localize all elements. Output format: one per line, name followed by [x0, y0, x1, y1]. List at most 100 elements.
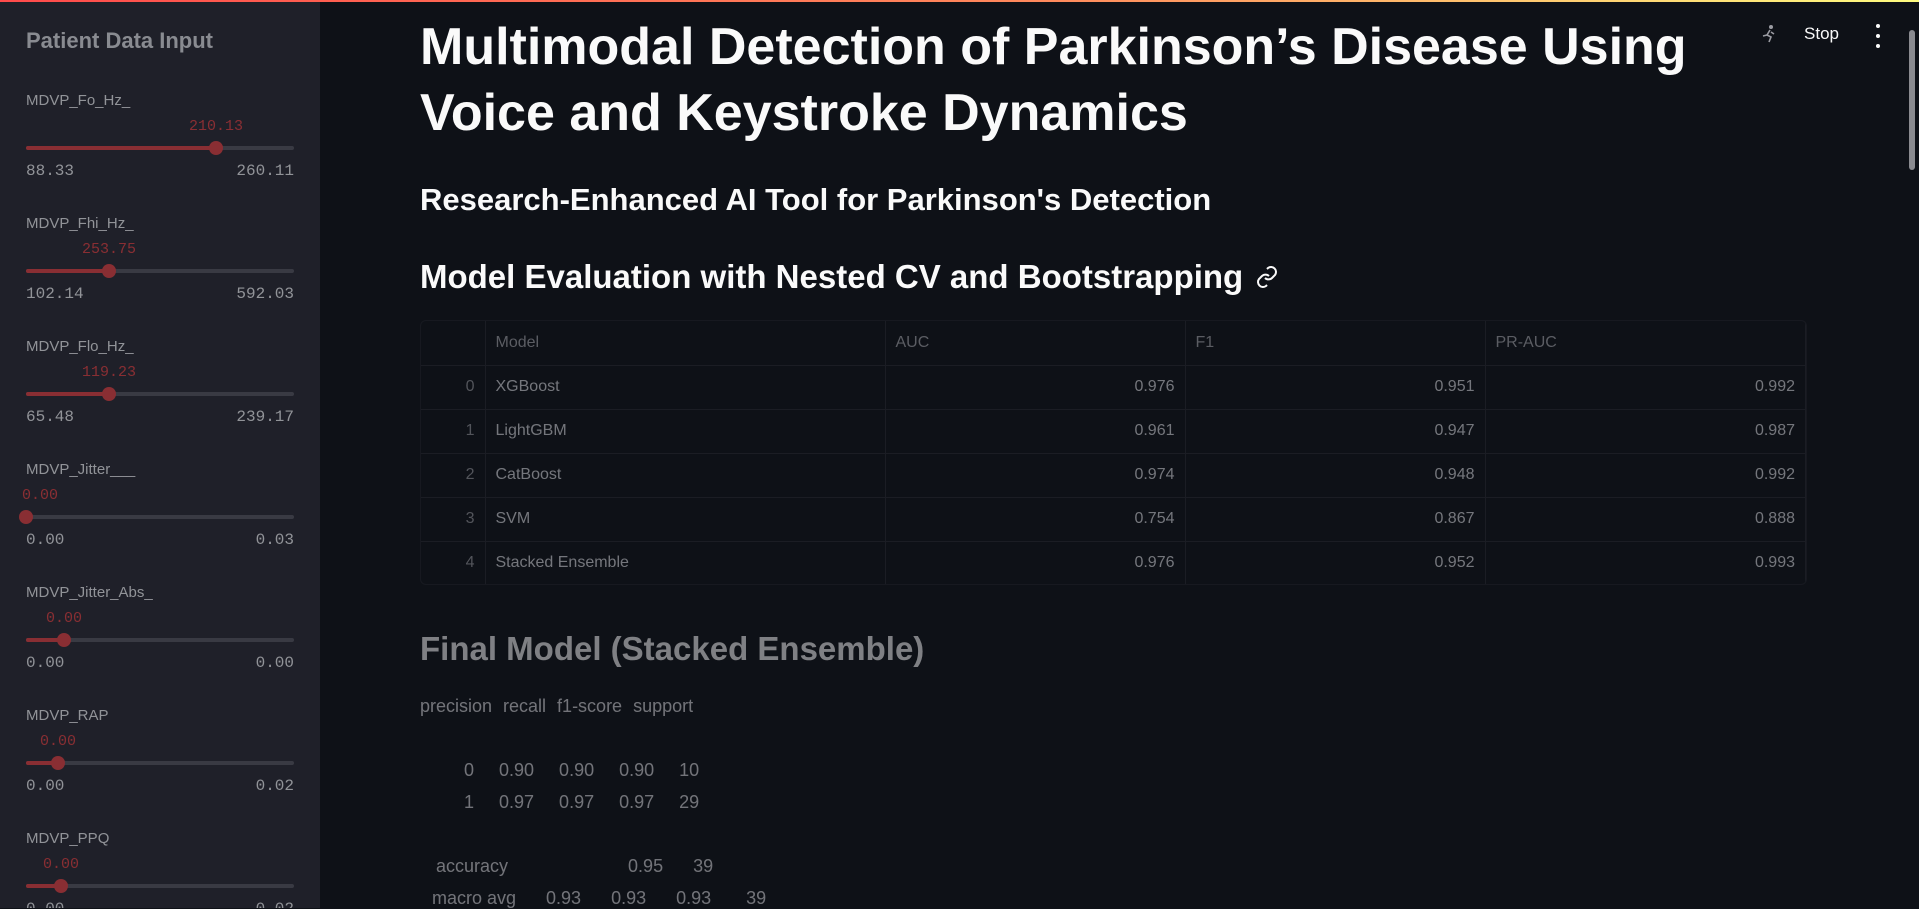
report-row-0: 0 0.90 0.90 0.90 10	[464, 760, 700, 780]
cell-model[interactable]: SVM	[485, 497, 886, 542]
slider-mdvp-ppq[interactable]: MDVP_PPQ 0.00 0.00 0.02	[26, 830, 294, 908]
cell-f1[interactable]: 0.947	[1185, 409, 1486, 454]
main-menu-icon[interactable]	[1871, 24, 1885, 48]
slider-label: MDVP_PPQ	[26, 830, 110, 847]
slider-track[interactable]	[26, 141, 294, 155]
slider-track[interactable]	[26, 756, 294, 770]
slider-fill	[26, 146, 216, 150]
slider-track[interactable]	[26, 387, 294, 401]
page-title: Multimodal Detection of Parkinson’s Dise…	[420, 18, 1687, 142]
evaluation-table[interactable]: Model AUC F1 PR-AUC 0 XGBoost 0.976 0.951 0.…	[420, 320, 1807, 585]
row-index: 4	[421, 541, 486, 584]
slider-value: 0.00	[21, 487, 59, 504]
cell-f1[interactable]: 0.951	[1185, 365, 1486, 410]
table-row[interactable]: 3 SVM 0.754 0.867 0.888	[421, 497, 1806, 542]
slider-max: 592.03	[236, 285, 294, 303]
column-header-f1[interactable]: F1	[1185, 321, 1486, 366]
final-model-heading: Final Model (Stacked Ensemble)	[420, 630, 925, 667]
eval-heading: Model Evaluation with Nested CV and Boot…	[420, 258, 1279, 296]
sidebar-title: Patient Data Input	[26, 28, 214, 53]
sidebar: Patient Data Input MDVP_Fo_Hz_ 210.13 88.3…	[0, 0, 320, 908]
slider-thumb[interactable]	[51, 756, 65, 770]
eval-heading-text: Model Evaluation with Nested CV and Boot…	[420, 258, 1244, 295]
column-header-prauc[interactable]: PR-AUC	[1485, 321, 1806, 366]
slider-label: MDVP_Fo_Hz_	[26, 92, 131, 109]
slider-fill	[26, 269, 109, 273]
slider-label: MDVP_RAP	[26, 707, 109, 724]
slider-max: 260.11	[236, 162, 294, 180]
slider-min: 0.00	[26, 777, 65, 795]
cell-auc[interactable]: 0.961	[885, 409, 1186, 454]
cell-model[interactable]: XGBoost	[485, 365, 886, 410]
slider-mdvp-rap[interactable]: MDVP_RAP 0.00 0.00 0.02	[26, 707, 294, 817]
page-subtitle: Research-Enhanced AI Tool for Parkinson'…	[420, 182, 1212, 217]
scrollbar[interactable]	[1909, 30, 1915, 170]
slider-mdvp-jitter[interactable]: MDVP_Jitter___ 0.00 0.00 0.03	[19, 461, 294, 571]
anchor-link-icon[interactable]	[1255, 265, 1279, 289]
slider-label: MDVP_Fhi_Hz_	[26, 215, 134, 232]
cell-model[interactable]: CatBoost	[485, 453, 886, 498]
row-index: 1	[421, 409, 486, 454]
slider-fill	[26, 392, 109, 396]
table-row[interactable]: 0 XGBoost 0.976 0.951 0.992	[421, 365, 1806, 410]
slider-value: 210.13	[188, 118, 244, 135]
running-man-icon	[1762, 25, 1775, 43]
cell-prauc[interactable]: 0.987	[1485, 409, 1806, 454]
cell-f1[interactable]: 0.867	[1185, 497, 1486, 542]
table-row[interactable]: 1 LightGBM 0.961 0.947 0.987	[421, 409, 1806, 454]
index-header	[421, 321, 486, 366]
slider-label: MDVP_Jitter___	[26, 461, 136, 478]
slider-mdvp-jitter-abs[interactable]: MDVP_Jitter_Abs_ 0.00 0.00 0.00	[26, 584, 294, 694]
cell-prauc[interactable]: 0.992	[1485, 453, 1806, 498]
slider-max: 0.03	[255, 531, 294, 549]
slider-mdvp-fo-hz[interactable]: MDVP_Fo_Hz_ 210.13 88.33 260.11	[26, 92, 294, 202]
cell-prauc[interactable]: 0.888	[1485, 497, 1806, 542]
cell-auc[interactable]: 0.976	[885, 365, 1186, 410]
status-progress-line	[0, 0, 1919, 2]
cell-model[interactable]: LightGBM	[485, 409, 886, 454]
cell-prauc[interactable]: 0.993	[1485, 541, 1806, 584]
slider-min: 102.14	[26, 285, 84, 303]
table-row[interactable]: 2 CatBoost 0.974 0.948 0.992	[421, 453, 1806, 498]
slider-thumb[interactable]	[57, 633, 71, 647]
slider-min: 65.48	[26, 408, 75, 426]
slider-max: 239.17	[236, 408, 294, 426]
column-header-model[interactable]: Model	[485, 321, 886, 366]
slider-label: MDVP_Jitter_Abs_	[26, 584, 153, 601]
stop-button[interactable]: Stop	[1804, 24, 1839, 44]
slider-min: 0.00	[26, 900, 64, 908]
slider-value: 0.00	[42, 856, 80, 873]
slider-track[interactable]	[26, 264, 294, 278]
cell-auc[interactable]: 0.754	[885, 497, 1186, 542]
slider-min: 0.00	[26, 654, 65, 672]
slider-track[interactable]	[26, 633, 294, 647]
slider-value: 0.00	[45, 610, 83, 627]
table-header-row: Model AUC F1 PR-AUC	[421, 321, 1806, 366]
slider-thumb[interactable]	[19, 510, 33, 524]
slider-mdvp-fhi-hz[interactable]: MDVP_Fhi_Hz_ 253.75 102.14 592.03	[26, 215, 294, 325]
slider-thumb[interactable]	[209, 141, 223, 155]
slider-max: 0.02	[255, 777, 294, 795]
cell-model[interactable]: Stacked Ensemble	[485, 541, 886, 584]
slider-track[interactable]	[26, 879, 294, 893]
cell-prauc[interactable]: 0.992	[1485, 365, 1806, 410]
row-index: 0	[421, 365, 486, 410]
slider-thumb[interactable]	[54, 879, 68, 893]
slider-track[interactable]	[19, 510, 294, 524]
report-row-1: 1 0.97 0.97 0.97 29	[464, 792, 700, 812]
cell-f1[interactable]: 0.948	[1185, 453, 1486, 498]
table-row[interactable]: 4 Stacked Ensemble 0.976 0.952 0.993	[421, 541, 1806, 584]
row-index: 3	[421, 497, 486, 542]
slider-mdvp-flo-hz[interactable]: MDVP_Flo_Hz_ 119.23 65.48 239.17	[26, 338, 294, 448]
column-header-auc[interactable]: AUC	[885, 321, 1186, 366]
cell-auc[interactable]: 0.976	[885, 541, 1186, 584]
slider-label: MDVP_Flo_Hz_	[26, 338, 134, 355]
report-header: precision recall f1-score support	[420, 696, 694, 716]
slider-thumb[interactable]	[102, 264, 116, 278]
report-row-macro-avg: macro avg 0.93 0.93 0.93 39	[432, 888, 767, 908]
cell-auc[interactable]: 0.974	[885, 453, 1186, 498]
main-content: Multimodal Detection of Parkinson’s Dise…	[420, 0, 1820, 908]
cell-f1[interactable]: 0.952	[1185, 541, 1486, 584]
slider-value: 0.00	[39, 733, 77, 750]
slider-thumb[interactable]	[102, 387, 116, 401]
